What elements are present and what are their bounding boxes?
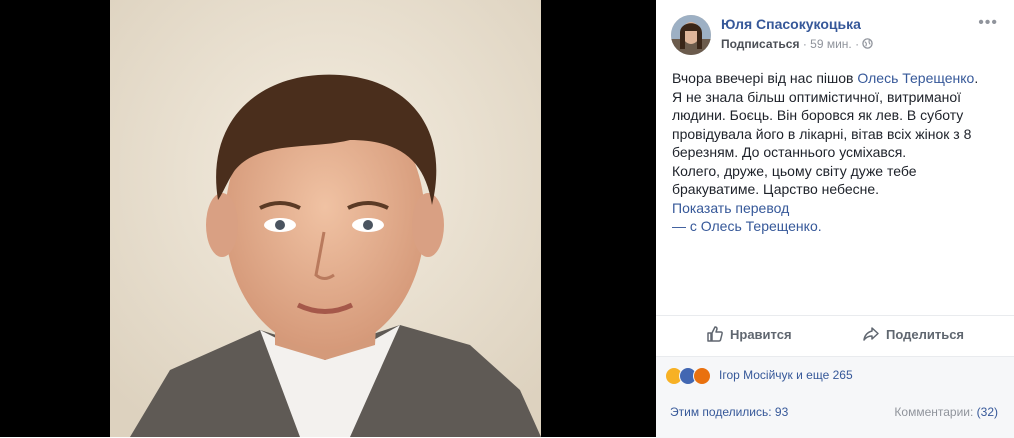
post-meta: Подписаться · 59 мин. · [721,37,874,51]
share-label: Поделиться [886,326,965,342]
translate-link[interactable]: Показать перевод [672,200,789,216]
like-label: Нравится [730,326,792,342]
post-text-part: Вчора ввечері від нас пішов [672,70,858,86]
shares-link[interactable]: Этим поделились: 93 [670,405,788,419]
with-suffix: . [817,218,822,234]
photo-viewer-stage [0,0,656,437]
post-time[interactable]: 59 мин. [810,37,852,51]
avatar-image [671,15,711,55]
like-button[interactable]: Нравится [706,325,792,343]
comments-number: (32) [976,405,998,419]
angry-icon [693,367,711,385]
post-photo[interactable] [110,0,541,437]
reactions-bar: Ігор Мосійчук и еще 265 Этим поделились:… [656,356,1014,438]
reactors-link[interactable]: Ігор Мосійчук и еще 265 [719,368,853,382]
share-button[interactable]: Поделиться [862,325,964,343]
with-prefix: — с [672,218,701,234]
reaction-icons[interactable] [665,367,711,385]
author-name[interactable]: Юля Спасокукоцька [721,16,861,32]
globe-icon[interactable] [862,37,874,51]
post-text-line2: Колего, друже, цьому світу дуже тебе бра… [672,162,917,198]
subscribe-link[interactable]: Подписаться [721,37,799,51]
meta-separator: · [802,37,807,51]
post-text: Вчора ввечері від нас пішов Олесь Тереще… [672,69,992,236]
comments-prefix: Комментарии: [894,405,977,419]
more-dots-icon[interactable]: ••• [978,14,998,32]
meta-separator: · [855,37,860,51]
thumbs-up-icon [707,326,723,342]
share-arrow-icon [863,327,879,341]
author-avatar[interactable] [671,15,711,55]
post-sidebar: Юля Спасокукоцька Подписаться · 59 мин. … [656,0,1014,438]
with-person-link[interactable]: Олесь Терещенко [701,218,818,234]
actions-divider [656,315,1014,316]
comments-count[interactable]: Комментарии: (32) [894,405,998,419]
portrait-image [110,0,541,437]
tagged-person-link[interactable]: Олесь Терещенко [857,70,974,86]
